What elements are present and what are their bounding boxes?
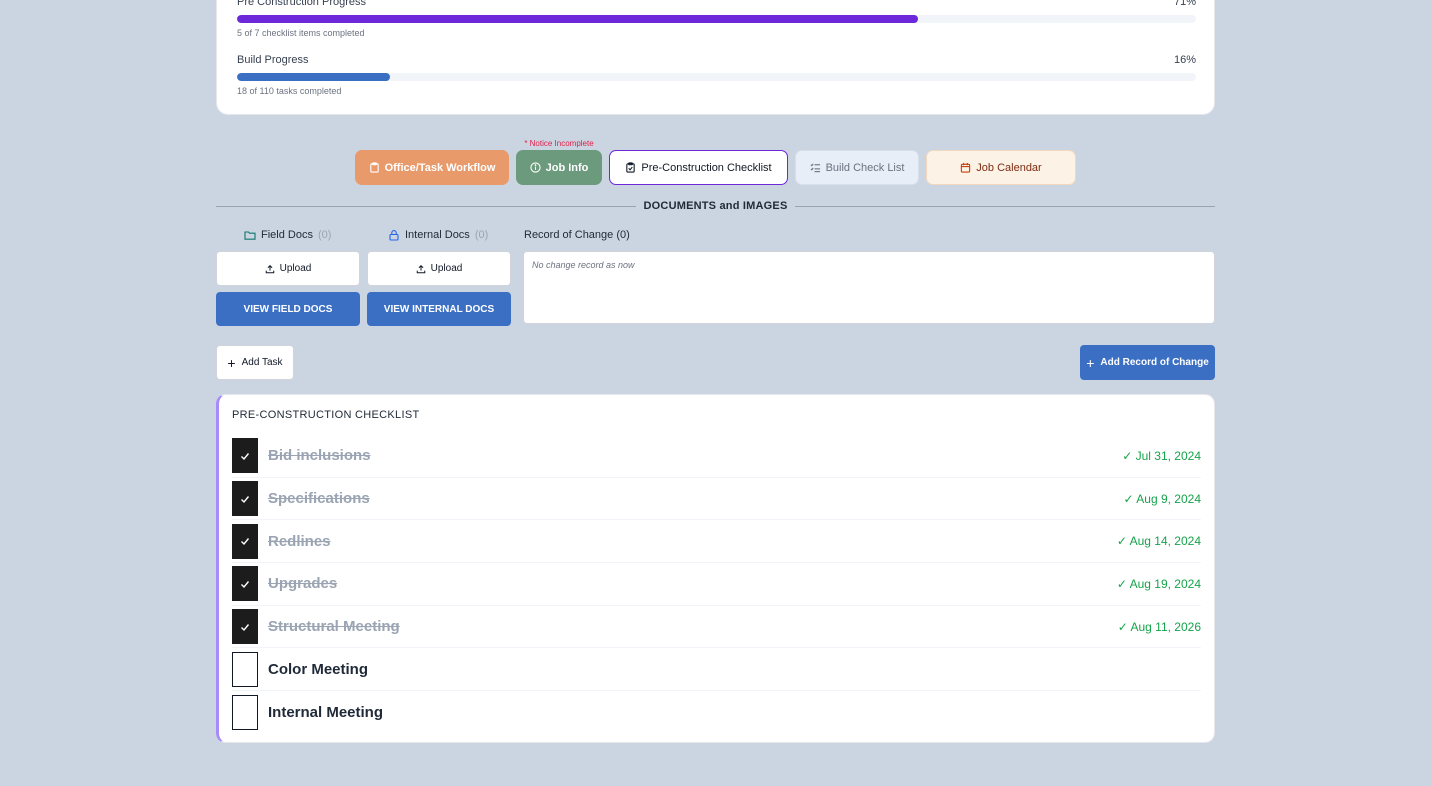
- button-label: Add Task: [241, 357, 283, 368]
- progress-track: [237, 73, 1196, 81]
- button-label: Build Check List: [825, 161, 905, 174]
- progress-subtitle: 5 of 7 checklist items completed: [237, 28, 365, 38]
- pre-construction-progress: Pre Construction Progress 71% 5 of 7 che…: [237, 0, 1196, 38]
- checklist-item-date: ✓ Jul 31, 2024: [1122, 448, 1201, 463]
- internal-docs-upload-button[interactable]: Upload: [367, 251, 511, 286]
- check-icon: [241, 623, 250, 631]
- checklist-checkbox[interactable]: [232, 694, 258, 730]
- progress-subtitle: 18 of 110 tasks completed: [237, 86, 342, 96]
- checklist-item-label: Internal Meeting: [268, 703, 384, 721]
- checklist-item-label: Upgrades: [268, 575, 338, 593]
- job-nav: Office/Task Workflow * Notice Incomplete…: [355, 139, 1076, 185]
- add-task-button[interactable]: + Add Task: [216, 345, 294, 380]
- progress-percent: 16%: [1173, 54, 1196, 66]
- button-label: Job Info: [545, 161, 589, 174]
- internal-docs-label: Internal Docs: [405, 229, 470, 241]
- checklist-item: Specifications ✓ Aug 9, 2024: [232, 478, 1201, 521]
- view-internal-docs-button[interactable]: VIEW INTERNAL DOCS: [367, 292, 511, 326]
- documents-divider: DOCUMENTS and IMAGES: [216, 198, 1216, 214]
- upload-icon: [416, 264, 425, 273]
- button-label: Upload: [430, 263, 463, 274]
- checklist-checkbox[interactable]: [232, 481, 258, 517]
- notice-incomplete: * Notice Incomplete: [524, 139, 594, 148]
- checklist-items: Bid inclusions ✓ Jul 31, 2024 Specificatio…: [232, 435, 1201, 734]
- calendar-icon: [961, 162, 971, 173]
- build-check-list-button[interactable]: Build Check List: [795, 150, 919, 185]
- check-icon: [241, 452, 250, 460]
- field-docs-header: Field Docs (0): [244, 228, 331, 242]
- progress-track: [237, 15, 1196, 23]
- checklist-item-date: ✓ Aug 14, 2024: [1116, 534, 1201, 549]
- view-field-docs-button[interactable]: VIEW FIELD DOCS: [216, 292, 360, 326]
- info-icon: [529, 162, 541, 173]
- button-label: Pre-Construction Checklist: [641, 161, 772, 174]
- clipboard-icon: [369, 162, 379, 173]
- pre-construction-checklist: PRE-CONSTRUCTION CHECKLIST Bid inclusion…: [216, 394, 1215, 743]
- check-icon: [241, 580, 250, 588]
- checklist-item-date: ✓ Aug 11, 2026: [1117, 619, 1201, 634]
- button-label: Upload: [279, 263, 312, 274]
- checklist-item-label: Redlines: [268, 532, 331, 550]
- progress-fill: [237, 73, 391, 81]
- list-checks-icon: [810, 163, 820, 173]
- checklist-item-label: Specifications: [268, 490, 370, 508]
- record-of-change-box: No change record as now: [523, 251, 1215, 324]
- checklist-item: Redlines ✓ Aug 14, 2024: [232, 520, 1201, 564]
- field-docs-label: Field Docs: [261, 229, 313, 241]
- plus-icon: +: [1086, 354, 1095, 371]
- check-icon: [241, 495, 250, 503]
- empty-state-text: No change record as now: [532, 260, 635, 270]
- clipboard-check-icon: [626, 162, 636, 173]
- office-task-workflow-button[interactable]: Office/Task Workflow: [355, 150, 509, 185]
- checklist-item: Upgrades ✓ Aug 19, 2024: [232, 563, 1201, 606]
- checklist-checkbox[interactable]: [232, 523, 258, 559]
- pre-construction-checklist-button[interactable]: Pre-Construction Checklist: [609, 150, 788, 185]
- progress-card: Pre Construction Progress 71% 5 of 7 che…: [216, 0, 1215, 115]
- checklist-item-date: ✓ Aug 9, 2024: [1123, 491, 1201, 506]
- lock-icon: [389, 230, 399, 241]
- checklist-checkbox[interactable]: [232, 609, 258, 645]
- progress-percent: 71%: [1173, 0, 1196, 8]
- checklist-checkbox[interactable]: [232, 566, 258, 602]
- checklist-checkbox[interactable]: [232, 651, 258, 687]
- plus-icon: +: [227, 354, 236, 371]
- button-label: Job Calendar: [976, 161, 1042, 174]
- field-docs-count: (0): [317, 229, 332, 241]
- check-icon: [241, 538, 250, 546]
- button-label: Add Record of Change: [1100, 357, 1209, 368]
- progress-fill: [237, 15, 918, 23]
- checklist-item-label: Bid inclusions: [268, 447, 371, 465]
- upload-icon: [265, 264, 274, 273]
- checklist-checkbox[interactable]: [232, 438, 258, 474]
- checklist-item: Internal Meeting: [232, 691, 1201, 734]
- checklist-item-label: Color Meeting: [268, 660, 368, 678]
- add-record-of-change-button[interactable]: + Add Record of Change: [1080, 345, 1215, 380]
- checklist-item: Structural Meeting ✓ Aug 11, 2026: [232, 606, 1201, 649]
- folder-icon: [244, 231, 256, 240]
- record-of-change-header: Record of Change (0): [524, 228, 630, 242]
- internal-docs-header: Internal Docs (0): [388, 228, 488, 242]
- record-of-change-label: Record of Change (0): [524, 229, 630, 241]
- section-title: DOCUMENTS and IMAGES: [643, 200, 788, 212]
- job-info-button[interactable]: * Notice Incomplete Job Info: [516, 139, 602, 185]
- checklist-title: PRE-CONSTRUCTION CHECKLIST: [232, 409, 420, 421]
- progress-label: Pre Construction Progress: [237, 0, 366, 8]
- checklist-item-label: Structural Meeting: [268, 618, 400, 636]
- internal-docs-count: (0): [474, 229, 489, 241]
- progress-label: Build Progress: [237, 54, 309, 66]
- checklist-item: Color Meeting: [232, 648, 1201, 692]
- build-progress: Build Progress 16% 18 of 110 tasks compl…: [237, 53, 1196, 96]
- field-docs-upload-button[interactable]: Upload: [216, 251, 360, 286]
- checklist-item-date: ✓ Aug 19, 2024: [1116, 576, 1201, 591]
- checklist-item: Bid inclusions ✓ Jul 31, 2024: [232, 435, 1201, 478]
- button-label: Office/Task Workflow: [384, 161, 496, 174]
- job-calendar-button[interactable]: Job Calendar: [926, 150, 1076, 185]
